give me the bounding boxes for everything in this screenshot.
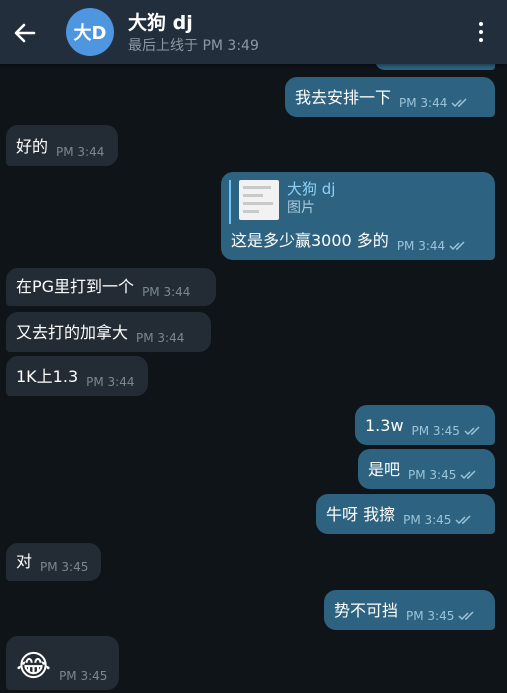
chat-header: 大D 大狗 dj 最后上线于 PM 3:49 [0,0,507,64]
double-check-icon [458,611,474,621]
message-text: 我去安排一下 [295,88,392,107]
double-check-icon [449,241,465,251]
message-text: 1.3w [365,416,404,435]
message-bubble-in-emoji[interactable]: 😂 PM 3:45 [6,636,119,690]
message-text: 势不可挡 [334,601,399,620]
double-check-icon [460,470,476,480]
message-text: 这是多少赢3000 多的 [231,231,389,250]
message-text: 1K上1.3 [16,367,79,386]
message-time: PM 3:45 [403,513,473,534]
message-time: PM 3:44 [136,331,185,345]
message-bubble-out[interactable]: 势不可挡 PM 3:45 [324,590,495,630]
message-bubble-in[interactable]: 1K上1.3 PM 3:44 [6,356,148,396]
message-time: PM 3:45 [412,424,482,445]
reply-thumbnail [239,180,279,220]
message-bubble-in[interactable]: 对 PM 3:45 [6,543,101,581]
message-time: PM 3:44 [86,375,135,389]
message-bubble-in[interactable]: 在PG里打到一个 PM 3:44 [6,268,216,306]
message-time: PM 3:44 [142,285,191,299]
double-check-icon [464,426,480,436]
message-text: 牛呀 我擦 [326,505,396,524]
message-bubble-out[interactable]: 是吧 PM 3:45 [358,449,495,489]
back-button[interactable] [10,18,40,48]
message-text: 好的 [16,137,49,156]
more-menu-button[interactable] [470,18,492,48]
message-time: PM 3:45 [40,560,89,574]
chat-title[interactable]: 大狗 dj [128,8,193,35]
reply-sender: 大狗 dj [287,180,336,198]
arrow-left-icon [14,23,36,43]
message-time: PM 3:44 [56,145,105,159]
double-check-icon [455,515,471,525]
reply-label: 图片 [287,200,315,216]
message-text: 是吧 [368,460,401,479]
message-bubble-out[interactable]: 1.3w PM 3:45 [355,405,495,445]
message-time: PM 3:44 [397,239,467,260]
message-text: 对 [16,552,33,571]
avatar[interactable]: 大D [66,8,114,56]
more-vertical-icon [470,22,492,42]
last-seen-status: 最后上线于 PM 3:49 [128,38,259,54]
message-bubble-out[interactable]: 牛呀 我擦 PM 3:45 [316,494,495,534]
message-time: PM 3:45 [406,609,476,630]
message-bubble-out[interactable]: 我去安排一下 PM 3:44 [285,77,495,117]
message-time: PM 3:45 [408,468,478,489]
message-text: 在PG里打到一个 [16,277,135,296]
message-bubble-in[interactable]: 好的 PM 3:44 [6,125,118,166]
message-time: PM 3:44 [399,96,469,117]
double-check-icon [451,98,467,108]
message-time: PM 3:45 [59,669,108,683]
message-text: 又去打的加拿大 [16,323,129,342]
message-bubble-out-reply[interactable]: 大狗 dj 图片 这是多少赢3000 多的 PM 3:44 [221,172,495,260]
face-with-tears-of-joy-icon: 😂 [16,649,52,684]
reply-preview[interactable]: 大狗 dj 图片 [229,180,349,224]
message-bubble-in[interactable]: 又去打的加拿大 PM 3:44 [6,312,211,352]
